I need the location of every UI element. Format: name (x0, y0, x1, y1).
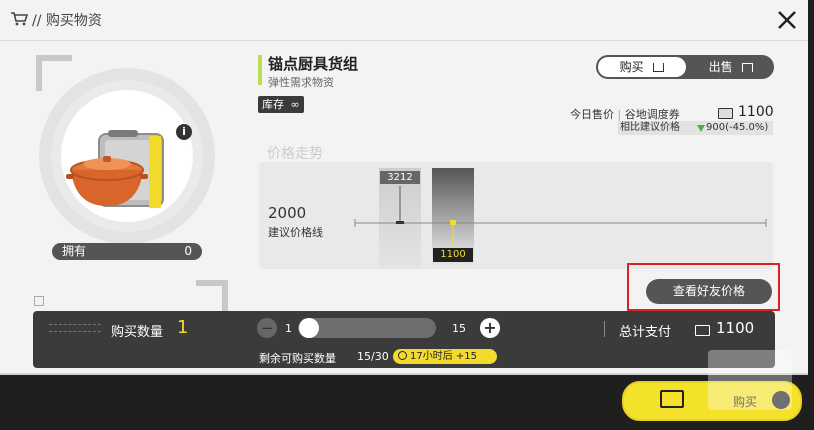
today-price-value: 1100 (738, 104, 774, 120)
buy-panel: // 购买物资 i 拥有 0 锚点厨具货组 弹性需求物资 库存 ∞ 购买 出售 … (0, 0, 808, 375)
ticket-icon (718, 108, 733, 119)
tab-sell-label: 出售 (708, 60, 733, 74)
compare-label: 相比建议价格 (620, 122, 680, 133)
stock-badge: 库存 ∞ (258, 96, 304, 113)
tab-sell[interactable]: 出售 (690, 57, 772, 77)
ticket-buy-icon (660, 390, 684, 408)
increase-button[interactable]: + (480, 318, 500, 338)
breadcrumb: // 购买物资 (32, 13, 102, 29)
today-price-text: 今日售价 (570, 108, 614, 121)
info-icon[interactable]: i (176, 124, 192, 140)
item-title: 锚点厨具货组 (268, 55, 359, 73)
trend-title: 价格走势 (267, 146, 323, 162)
frame-marker (34, 296, 44, 306)
title-accent-bar (258, 55, 262, 85)
owned-label: 拥有 (62, 244, 87, 258)
watermark-logo (708, 350, 792, 410)
stock-value: ∞ (290, 98, 300, 111)
price-trend-chart: 2000 建议价格线 3212 1100 (259, 162, 773, 269)
down-arrow-icon (697, 125, 705, 132)
item-category: 弹性需求物资 (268, 76, 334, 89)
close-icon[interactable] (776, 9, 798, 31)
frame-corner-top-left (36, 55, 72, 91)
cookware-crate-image (66, 130, 164, 208)
price-divider: | (617, 108, 625, 121)
today-price-label: 今日售价 | 谷地调度券 (570, 106, 680, 122)
tab-buy[interactable]: 购买 (598, 57, 686, 77)
owned-badge: 拥有 0 (52, 243, 202, 260)
item-image-frame (61, 90, 193, 222)
frame-corner-bottom-right (196, 280, 228, 312)
compare-price-row: 相比建议价格 900(-45.0%) (618, 121, 773, 135)
trade-toggle: 购买 出售 (596, 55, 774, 79)
divider (604, 321, 605, 337)
suggested-price-line (354, 186, 767, 246)
top-bar: // 购买物资 (0, 0, 808, 41)
total-label: 总计支付 (619, 325, 672, 340)
remaining-label: 剩余可购买数量 (259, 352, 336, 365)
buy-tab-icon (653, 63, 665, 72)
quantity-value: 1 (177, 317, 189, 338)
quantity-slider[interactable] (298, 318, 436, 338)
tab-buy-label: 购买 (619, 60, 644, 74)
purchase-bar: 购买数量 1 − 1 15 + 总计支付 1100 剩余可购买数量 15/30 … (33, 311, 775, 368)
bar-label-3212: 3212 (380, 171, 420, 184)
view-friend-price-button[interactable]: 查看好友价格 (646, 279, 772, 304)
slider-knob[interactable] (299, 318, 319, 338)
bar-label-1100: 1100 (433, 248, 473, 262)
bar-decoration (49, 324, 101, 332)
total-value: 1100 (716, 319, 755, 337)
restock-timer-text: 17小时后 +15 (410, 351, 478, 362)
quantity-label: 购买数量 (111, 325, 164, 340)
quantity-max: 15 (452, 322, 466, 335)
owned-value: 0 (184, 244, 192, 258)
sell-tab-icon (742, 63, 754, 72)
currency-label: 谷地调度券 (624, 108, 680, 121)
compare-value: 900(-45.0%) (706, 122, 769, 133)
restock-timer: 17小时后 +15 (393, 349, 497, 364)
stock-label: 库存 (262, 98, 284, 111)
remaining-value: 15/30 (357, 350, 389, 363)
total-ticket-icon (695, 325, 710, 336)
cart-icon (11, 12, 28, 26)
quantity-min: 1 (285, 322, 292, 335)
clock-icon (398, 351, 407, 360)
decrease-button[interactable]: − (257, 318, 277, 338)
